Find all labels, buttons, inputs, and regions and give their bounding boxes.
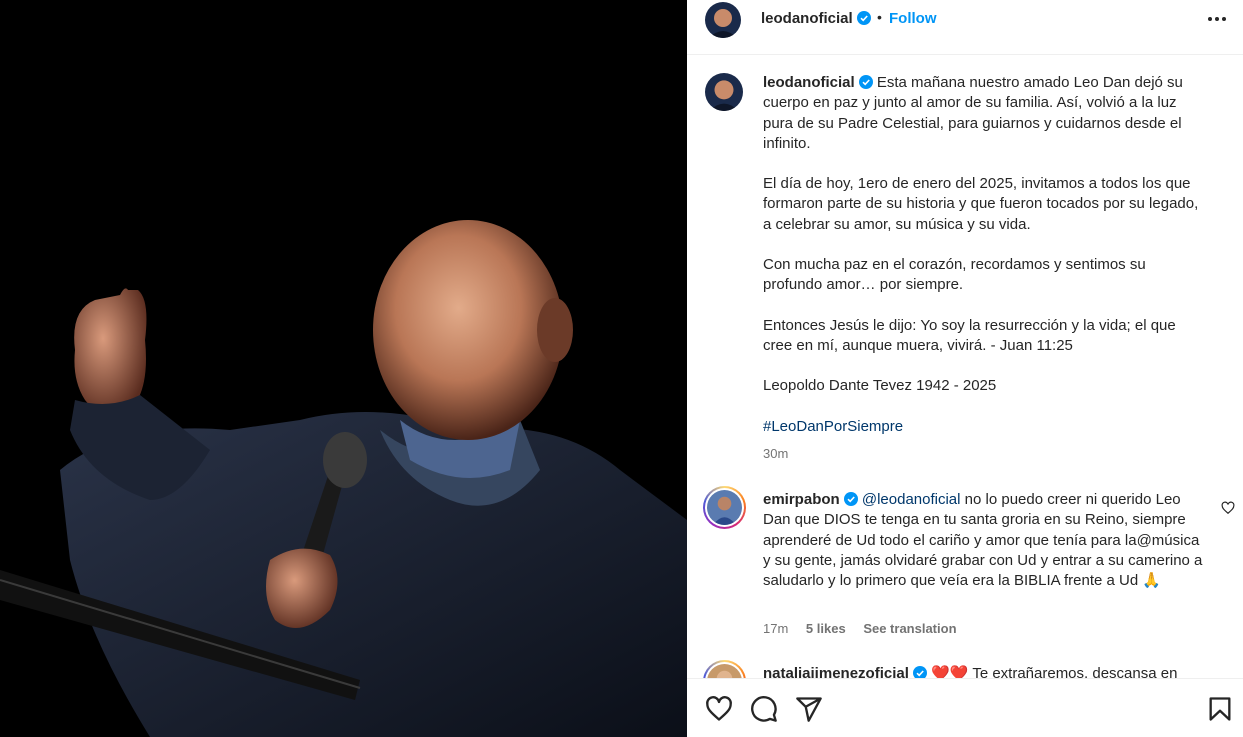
more-options-icon[interactable] bbox=[1207, 12, 1227, 26]
commenter-avatar[interactable] bbox=[703, 660, 746, 678]
comment-username[interactable]: nataliajimenezoficial bbox=[763, 665, 909, 678]
comment-text: emirpabon @leodanoficial no lo puedo cre… bbox=[763, 490, 1208, 591]
caption-timestamp[interactable]: 30m bbox=[763, 446, 788, 461]
author-avatar[interactable] bbox=[705, 2, 741, 38]
post-header: leodanoficial • Follow bbox=[687, 0, 1243, 55]
post-photo[interactable] bbox=[0, 0, 687, 737]
post-image bbox=[0, 0, 687, 737]
separator-dot: • bbox=[877, 9, 882, 25]
commenter-avatar[interactable] bbox=[703, 486, 746, 529]
caption-paragraph-4: Entonces Jesús le dijo: Yo soy la resurr… bbox=[763, 316, 1176, 354]
author-username[interactable]: leodanoficial bbox=[761, 10, 871, 27]
caption-paragraph-2: El día de hoy, 1ero de enero del 2025, i… bbox=[763, 175, 1199, 233]
caption-author-avatar[interactable] bbox=[705, 73, 743, 111]
comments-scroll-area[interactable]: leodanoficial Esta mañana nuestro amado … bbox=[687, 56, 1243, 678]
follow-button[interactable]: Follow bbox=[889, 10, 937, 27]
comment-likes[interactable]: 5 likes bbox=[806, 621, 846, 636]
post-detail-panel: leodanoficial • Follow leodanoficial Est… bbox=[687, 0, 1243, 737]
caption-username[interactable]: leodanoficial bbox=[763, 74, 855, 91]
share-icon[interactable] bbox=[795, 695, 823, 723]
caption-text: leodanoficial Esta mañana nuestro amado … bbox=[763, 73, 1208, 437]
verified-badge-icon bbox=[858, 75, 873, 89]
verified-badge-icon bbox=[843, 492, 858, 506]
comment-body: ❤️❤️ Te extrañaremos, descansa en bbox=[931, 665, 1178, 678]
bookmark-icon[interactable] bbox=[1206, 695, 1234, 723]
author-username-text[interactable]: leodanoficial bbox=[761, 10, 853, 27]
caption-paragraph-5: Leopoldo Dante Tevez 1942 - 2025 bbox=[763, 377, 997, 395]
comment-like-heart-icon[interactable] bbox=[1221, 501, 1235, 515]
comment-text: nataliajimenezoficial ❤️❤️ Te extrañarem… bbox=[763, 664, 1208, 678]
comment-meta: 17m 5 likes See translation bbox=[763, 621, 971, 636]
comment-icon[interactable] bbox=[750, 695, 778, 723]
caption-meta: 30m bbox=[763, 446, 802, 461]
verified-badge-icon bbox=[856, 11, 871, 25]
verified-badge-icon bbox=[912, 666, 927, 678]
see-translation-link[interactable]: See translation bbox=[863, 621, 956, 636]
heart-icon[interactable] bbox=[705, 695, 733, 723]
post-actions-bar bbox=[687, 678, 1243, 737]
comment-mention[interactable]: @leodanoficial bbox=[862, 491, 961, 508]
caption-paragraph-3: Con mucha paz en el corazón, recordamos … bbox=[763, 256, 1146, 294]
caption-hashtag[interactable]: #LeoDanPorSiempre bbox=[763, 417, 1208, 437]
comment-username[interactable]: emirpabon bbox=[763, 491, 840, 508]
comment-timestamp[interactable]: 17m bbox=[763, 621, 788, 636]
